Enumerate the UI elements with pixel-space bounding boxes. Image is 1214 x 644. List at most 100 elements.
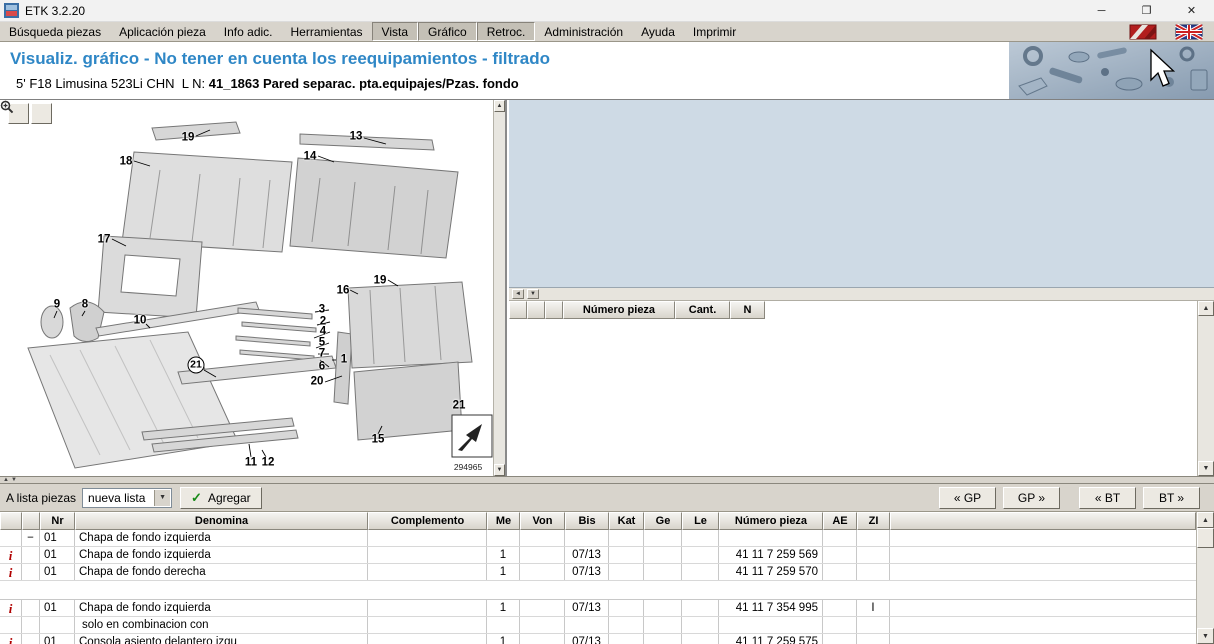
menu-item-herramientas[interactable]: Herramientas	[282, 22, 372, 41]
bt-next-button[interactable]: BT »	[1143, 487, 1200, 509]
diagram-callout-19[interactable]: 19	[374, 275, 387, 287]
scroll-down-icon[interactable]: ▼	[494, 464, 505, 476]
diagram-callout-13[interactable]: 13	[350, 131, 363, 143]
menu-item-grafico[interactable]: Gráfico	[418, 22, 477, 41]
parts-col-bis[interactable]: Bis	[565, 512, 609, 530]
cell-von	[520, 564, 565, 580]
scroll-down-icon[interactable]: ▼	[1198, 461, 1214, 476]
selection-col-blank-0[interactable]	[509, 301, 527, 319]
graphic-scrollbar[interactable]: ▲ ▼	[493, 100, 505, 476]
minimize-button[interactable]: ─	[1079, 0, 1124, 21]
diagram-callout-8[interactable]: 8	[82, 299, 88, 311]
diagram-callout-9[interactable]: 9	[54, 299, 60, 311]
diagram-callout-10[interactable]: 10	[134, 315, 147, 327]
diagram-callout-16[interactable]: 16	[337, 285, 350, 297]
menu-item-retroc[interactable]: Retroc.	[477, 22, 536, 41]
bt-prev-button[interactable]: « BT	[1079, 487, 1136, 509]
table-row[interactable]: −01Chapa de fondo izquierda	[0, 530, 1196, 547]
selection-splitter[interactable]: ◄ ▼	[509, 288, 1214, 301]
menu-item-administracion[interactable]: Administración	[535, 22, 632, 41]
table-row[interactable]: i01Chapa de fondo derecha107/1341 11 7 2…	[0, 564, 1196, 581]
parts-col-ae[interactable]: AE	[823, 512, 857, 530]
diagram-callout-20[interactable]: 20	[311, 376, 324, 388]
menu-item-aplicacion-pieza[interactable]: Aplicación pieza	[110, 22, 215, 41]
scroll-up-icon[interactable]: ▲	[1198, 301, 1214, 316]
diagram-callout-21[interactable]: 21	[188, 357, 205, 374]
selection-col-n[interactable]: N	[730, 301, 765, 319]
list-select[interactable]: nueva lista ▼	[82, 488, 172, 508]
table-row[interactable]: solo en combinacion con	[0, 617, 1196, 634]
selection-col-blank-2[interactable]	[545, 301, 563, 319]
parts-table-body: −01Chapa de fondo izquierdai01Chapa de f…	[0, 530, 1196, 644]
parts-col-blank-1[interactable]	[22, 512, 40, 530]
parts-col-le[interactable]: Le	[682, 512, 719, 530]
selection-table-header: Número piezaCant.N	[509, 301, 1197, 319]
chevron-down-icon[interactable]: ▼	[154, 490, 170, 506]
selection-col-numero-pieza[interactable]: Número pieza	[563, 301, 675, 319]
gp-next-button[interactable]: GP »	[1003, 487, 1060, 509]
restore-button[interactable]: ❐	[1124, 0, 1169, 21]
selection-col-cant[interactable]: Cant.	[675, 301, 730, 319]
menu-item-info-adic[interactable]: Info adic.	[215, 22, 282, 41]
info-icon[interactable]: i	[9, 636, 13, 644]
collapse-down-icon[interactable]: ▼	[527, 289, 539, 299]
info-icon[interactable]: i	[9, 566, 13, 579]
diagram-callout-14[interactable]: 14	[304, 151, 317, 163]
table-row[interactable]: i01Chapa de fondo izquierda107/1341 11 7…	[0, 547, 1196, 564]
zoom-out-icon	[0, 100, 14, 114]
diagram-callout-19[interactable]: 19	[182, 132, 195, 144]
diagram-callout-1[interactable]: 1	[341, 354, 347, 366]
cell-denomina: solo en combinacion con	[75, 617, 368, 633]
menu-item-vista[interactable]: Vista	[372, 22, 418, 41]
parts-col-ge[interactable]: Ge	[644, 512, 682, 530]
parts-col-blank-0[interactable]	[0, 512, 22, 530]
parts-col-blank-14[interactable]	[890, 512, 1196, 530]
cell-ge	[644, 564, 682, 580]
table-row[interactable]: i01Chapa de fondo izquierda107/1341 11 7…	[0, 600, 1196, 617]
parts-col-zi[interactable]: ZI	[857, 512, 890, 530]
scroll-thumb[interactable]	[1197, 528, 1214, 548]
alert-brand-icon[interactable]	[1128, 24, 1158, 40]
menu-item-busqueda-piezas[interactable]: Búsqueda piezas	[0, 22, 110, 41]
gp-prev-button[interactable]: « GP	[939, 487, 996, 509]
add-button[interactable]: ✓ Agregar	[180, 487, 262, 509]
parts-col-von[interactable]: Von	[520, 512, 565, 530]
splitter-up-icon[interactable]: ▲	[3, 477, 9, 483]
parts-col-me[interactable]: Me	[487, 512, 520, 530]
diagram-callout-12[interactable]: 12	[262, 457, 275, 469]
diagram-callout-11[interactable]: 11	[245, 457, 257, 469]
parts-col-numero-pieza[interactable]: Número pieza	[719, 512, 823, 530]
scroll-up-icon[interactable]: ▲	[1197, 512, 1214, 528]
scroll-up-icon[interactable]: ▲	[494, 100, 505, 112]
diagram-callout-21[interactable]: 21	[453, 400, 466, 412]
parts-col-complemento[interactable]: Complemento	[368, 512, 487, 530]
parts-diagram[interactable]: 1913181417981016193245716202115111221294…	[0, 100, 495, 476]
horizontal-splitter[interactable]: ▲ ▼	[0, 476, 1214, 484]
diagram-callout-3[interactable]: 3	[319, 304, 325, 316]
diagram-callout-15[interactable]: 15	[372, 434, 385, 446]
menu-item-imprimir[interactable]: Imprimir	[684, 22, 745, 41]
table-row[interactable]: i01Consola asiento delantero izqu107/134…	[0, 634, 1196, 644]
selection-table-body[interactable]	[509, 319, 1197, 476]
parts-col-kat[interactable]: Kat	[609, 512, 644, 530]
diagram-callout-7[interactable]: 7	[319, 348, 325, 360]
info-icon[interactable]: i	[9, 549, 13, 562]
cell-le	[682, 617, 719, 633]
language-flag-icon[interactable]	[1174, 24, 1204, 40]
diagram-callout-6[interactable]: 6	[319, 361, 325, 373]
diagram-callout-17[interactable]: 17	[98, 234, 111, 246]
menu-item-ayuda[interactable]: Ayuda	[632, 22, 684, 41]
scroll-down-icon[interactable]: ▼	[1197, 628, 1214, 644]
splitter-down-icon[interactable]: ▼	[11, 477, 17, 483]
selection-scrollbar[interactable]: ▲ ▼	[1197, 301, 1214, 476]
diagram-callout-18[interactable]: 18	[120, 156, 133, 168]
close-button[interactable]: ✕	[1169, 0, 1214, 21]
info-icon[interactable]: i	[9, 602, 13, 615]
selection-col-blank-1[interactable]	[527, 301, 545, 319]
zoom-out-button[interactable]	[31, 103, 52, 124]
cell-filler	[890, 547, 1196, 563]
collapse-left-icon[interactable]: ◄	[512, 289, 524, 299]
parts-col-denomina[interactable]: Denomina	[75, 512, 368, 530]
parts-col-nr[interactable]: Nr	[40, 512, 75, 530]
parts-table-scrollbar[interactable]: ▲ ▼	[1196, 512, 1214, 644]
